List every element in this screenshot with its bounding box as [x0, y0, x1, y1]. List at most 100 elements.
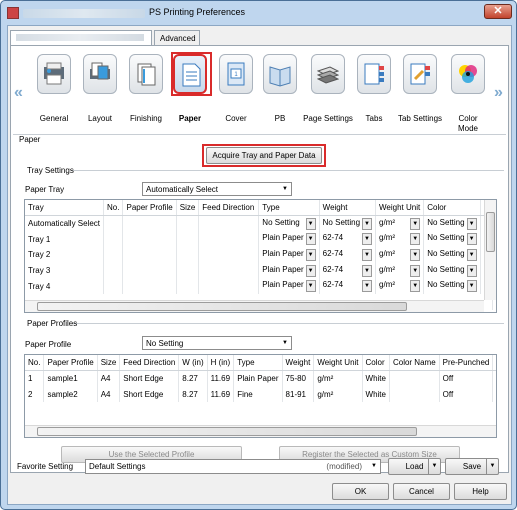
paper-tray-value: Automatically Select [146, 185, 219, 194]
save-dropdown-icon[interactable]: ▼ [486, 459, 498, 474]
tray-row[interactable]: Tray 3 Plain Paper ▼ 62-74 ▼ g/m² ▼ No Setting ▼ [25, 262, 494, 279]
tray-unit-select[interactable]: g/m² ▼ [379, 217, 421, 230]
tray-paper-profile [122, 231, 177, 248]
profile-row[interactable]: 2 sample2 A4 Short Edge 8.27 11.69 Fine 81-91 g/… [25, 386, 496, 403]
tray-weight-select-value: 62-74 [322, 248, 344, 258]
tray-feed [198, 278, 260, 295]
tray-unit-select-value: g/m² [379, 217, 396, 227]
tray-no [103, 231, 124, 248]
tray-type-cell: Plain Paper ▼ [258, 231, 320, 248]
cancel-button[interactable]: Cancel [393, 483, 450, 500]
scroll-left-arrow-icon[interactable]: « [14, 84, 23, 102]
tray-type-select-value: Plain Paper [262, 248, 304, 258]
tab-printer-settings[interactable] [10, 30, 152, 46]
chevron-down-icon: ▼ [410, 280, 421, 293]
chevron-down-icon: ▼ [466, 264, 477, 277]
tray-weight-select[interactable]: No Setting ▼ [323, 217, 373, 230]
favorite-setting-select[interactable]: Default Settings (modified) ▼ [85, 459, 381, 474]
profile-color_name [389, 386, 440, 403]
profiles-horizontal-scrollbar[interactable] [25, 425, 496, 437]
tray-row[interactable]: Tray 2 Plain Paper ▼ 62-74 ▼ g/m² ▼ No Setting ▼ [25, 247, 494, 263]
tray-weight-select[interactable]: 62-74 ▼ [323, 280, 373, 293]
load-dropdown-icon[interactable]: ▼ [428, 459, 440, 474]
tray-name: Automatically Select [25, 215, 105, 232]
printing-preferences-window: PS Printing Preferences ✕ Advanced « » G… [0, 0, 517, 510]
ok-button[interactable]: OK [332, 483, 389, 500]
load-label: Load [405, 462, 424, 471]
profiles-table-header: No. Paper Profile Size Feed Direction W … [25, 355, 496, 372]
tray-unit-select[interactable]: g/m² ▼ [379, 233, 421, 246]
tray-hscroll-thumb[interactable] [37, 302, 407, 311]
tray-paper-profile [122, 215, 177, 232]
tray-vertical-scrollbar[interactable] [484, 200, 496, 300]
tray-weight-cell: 62-74 ▼ [319, 262, 377, 279]
tray-unit-select-value: g/m² [379, 248, 396, 258]
tray-weight-select[interactable]: 62-74 ▼ [323, 233, 373, 246]
paper-section-title: Paper [19, 135, 41, 144]
layout-icon [83, 54, 117, 94]
col-weight: Weight [319, 200, 377, 217]
profile-w: 8.27 [178, 386, 208, 403]
tray-settings-title: Tray Settings [27, 166, 74, 175]
tray-type-select[interactable]: Plain Paper ▼ [262, 233, 316, 246]
profile-color_name [389, 370, 440, 387]
chevron-down-icon: ▼ [362, 233, 373, 246]
tray-paper-profile [122, 247, 177, 263]
paper-profile-select[interactable]: No Setting ▼ [142, 336, 292, 350]
chevron-down-icon: ▼ [466, 217, 477, 230]
tray-weight-select[interactable]: 62-74 ▼ [323, 264, 373, 277]
help-button[interactable]: Help [454, 483, 507, 500]
profile-sh [492, 370, 496, 387]
tray-type-select-value: No Setting [262, 217, 300, 227]
tray-row[interactable]: Tray 4 Plain Paper ▼ 62-74 ▼ g/m² ▼ No Setting ▼ [25, 278, 494, 295]
page-settings-icon [311, 54, 345, 94]
load-button[interactable]: Load ▼ [388, 458, 441, 475]
tray-horizontal-scrollbar[interactable] [25, 300, 484, 312]
tray-color-select[interactable]: No Setting ▼ [427, 248, 477, 261]
profile-no: 2 [25, 386, 45, 403]
chevron-down-icon: ▼ [305, 264, 316, 277]
tray-type-select-value: Plain Paper [262, 264, 304, 274]
tray-color-select[interactable]: No Setting ▼ [427, 217, 477, 230]
tab-advanced[interactable]: Advanced [154, 30, 200, 46]
tray-color-select[interactable]: No Setting ▼ [427, 280, 477, 293]
profile-row[interactable]: 1 sample1 A4 Short Edge 8.27 11.69 Plain Paper… [25, 370, 496, 387]
tabs-icon [357, 54, 391, 94]
profile-type: Plain Paper [233, 370, 283, 387]
profile-size: A4 [97, 386, 121, 403]
profile-punched: Off [439, 370, 494, 387]
profile-feed: Short Edge [119, 370, 180, 387]
paper-tray-select[interactable]: Automatically Select ▼ [142, 182, 292, 196]
tray-color-select[interactable]: No Setting ▼ [427, 264, 477, 277]
tray-weight-cell: No Setting ▼ [319, 215, 377, 232]
modified-indicator: (modified) [326, 462, 362, 471]
tray-color-select-value: No Setting [427, 280, 465, 290]
chevron-down-icon: ▼ [466, 248, 477, 261]
chevron-down-icon: ▼ [410, 248, 421, 261]
col-paper-profile: Paper Profile [122, 200, 177, 217]
profile-type: Fine [233, 386, 283, 403]
close-button[interactable]: ✕ [484, 4, 512, 19]
tray-row[interactable]: Automatically Select No Setting ▼ No Settin… [25, 215, 494, 232]
tray-type-select[interactable]: Plain Paper ▼ [262, 264, 316, 277]
tray-color-select[interactable]: No Setting ▼ [427, 233, 477, 246]
color-mode-button[interactable]: Color Mode [439, 52, 497, 133]
tray-unit-select[interactable]: g/m² ▼ [379, 280, 421, 293]
tray-row[interactable]: Tray 1 Plain Paper ▼ 62-74 ▼ g/m² ▼ No Setting ▼ [25, 231, 494, 248]
tray-vscroll-thumb[interactable] [486, 212, 495, 252]
profiles-hscroll-thumb[interactable] [37, 427, 417, 436]
tray-type-select[interactable]: No Setting ▼ [262, 217, 316, 230]
tray-unit-select[interactable]: g/m² ▼ [379, 264, 421, 277]
tray-unit-select[interactable]: g/m² ▼ [379, 248, 421, 261]
color-mode-icon [451, 54, 485, 94]
save-button[interactable]: Save ▼ [445, 458, 499, 475]
tray-type-select[interactable]: Plain Paper ▼ [262, 280, 316, 293]
tray-weight-select[interactable]: 62-74 ▼ [322, 248, 373, 261]
pcol-weight-unit: Weight Unit [313, 355, 363, 372]
title-bar[interactable]: PS Printing Preferences ✕ [1, 1, 516, 25]
chevron-down-icon: ▼ [410, 217, 421, 230]
tray-unit-select-value: g/m² [379, 264, 396, 274]
save-label: Save [462, 462, 482, 471]
tray-type-select[interactable]: Plain Paper ▼ [262, 248, 316, 261]
tray-type-cell: Plain Paper ▼ [258, 247, 320, 263]
